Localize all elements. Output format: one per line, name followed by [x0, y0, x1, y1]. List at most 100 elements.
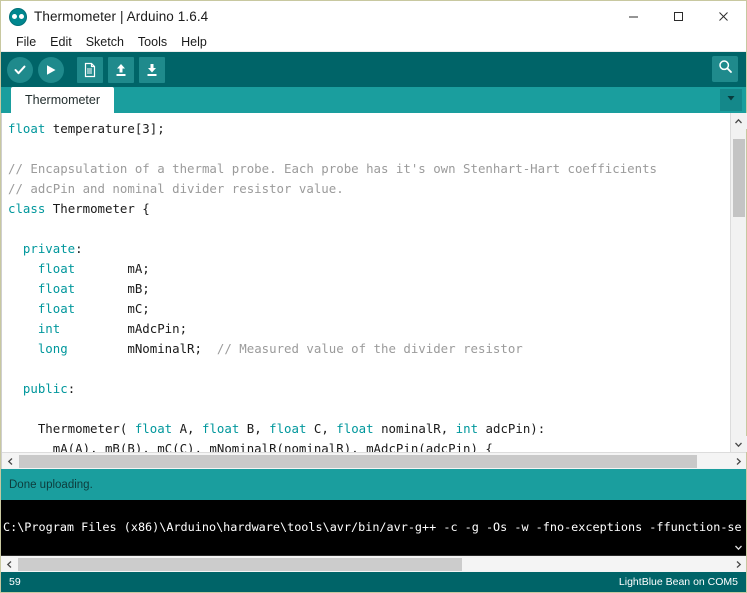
- console-scroll-left-button[interactable]: [1, 556, 17, 573]
- code-token: float: [37, 301, 76, 316]
- code-token: mA;: [75, 261, 150, 276]
- editor-area: float temperature[3]; // Encapsulation o…: [1, 113, 747, 469]
- menu-item-sketch[interactable]: Sketch: [79, 32, 131, 52]
- scroll-left-button[interactable]: [2, 453, 18, 470]
- code-token: mNominalR;: [67, 341, 217, 356]
- vertical-scroll-thumb[interactable]: [733, 139, 745, 217]
- code-token: :: [67, 381, 76, 396]
- open-button[interactable]: [108, 56, 134, 83]
- menu-bar: File Edit Sketch Tools Help: [1, 32, 746, 52]
- code-token: // Measured value of the divider resisto…: [216, 341, 523, 356]
- status-bar: 59 LightBlue Bean on COM5: [1, 572, 746, 592]
- close-button[interactable]: [701, 1, 746, 32]
- code-token: mA(A), mB(B), mC(C), mNominalR(nominalR)…: [8, 441, 493, 452]
- magnifier-icon: [717, 58, 734, 80]
- code-line: float mA;: [8, 259, 730, 279]
- console-scroll-right-button[interactable]: [730, 556, 746, 573]
- code-editor[interactable]: float temperature[3]; // Encapsulation o…: [2, 113, 730, 452]
- code-line: private:: [8, 239, 730, 259]
- new-document-icon: [82, 62, 98, 78]
- scroll-right-button[interactable]: [730, 453, 746, 470]
- code-token: Thermometer(: [8, 421, 135, 436]
- console-area: C:\Program Files (x86)\Arduino\hardware\…: [1, 500, 746, 572]
- code-token: temperature[3];: [45, 121, 165, 136]
- arduino-ide-window: Thermometer | Arduino 1.6.4 File Edit Sk…: [0, 0, 747, 593]
- code-line: class Thermometer {: [8, 199, 730, 219]
- code-line: mA(A), mB(B), mC(C), mNominalR(nominalR)…: [8, 439, 730, 452]
- code-token: // Encapsulation of a thermal probe. Eac…: [8, 161, 658, 176]
- code-token: int: [455, 421, 479, 436]
- code-token: float: [37, 281, 76, 296]
- save-button[interactable]: [139, 56, 165, 83]
- code-token: :: [75, 241, 83, 256]
- code-token: B,: [239, 421, 270, 436]
- code-line: // adcPin and nominal divider resistor v…: [8, 179, 730, 199]
- code-token: long: [37, 341, 68, 356]
- code-line: float temperature[3];: [8, 119, 730, 139]
- tab-dropdown-button[interactable]: [720, 89, 742, 111]
- code-line: public:: [8, 379, 730, 399]
- verify-button[interactable]: [7, 56, 33, 83]
- menu-item-help[interactable]: Help: [174, 32, 214, 52]
- code-token: A,: [172, 421, 202, 436]
- code-token: nominalR,: [373, 421, 456, 436]
- window-title: Thermometer | Arduino 1.6.4: [34, 9, 209, 24]
- code-token: // adcPin and nominal divider resistor v…: [8, 181, 344, 196]
- code-token: float: [37, 261, 76, 276]
- serial-monitor-button[interactable]: [712, 56, 738, 82]
- new-button[interactable]: [77, 56, 103, 83]
- code-token: private: [22, 241, 76, 256]
- tab-strip: Thermometer: [1, 87, 746, 113]
- code-token: int: [37, 321, 61, 336]
- arrow-down-icon: [144, 62, 160, 78]
- code-token: public: [22, 381, 68, 396]
- line-number-indicator: 59: [9, 576, 21, 588]
- code-token: mC;: [75, 301, 150, 316]
- console-output[interactable]: C:\Program Files (x86)\Arduino\hardware\…: [1, 500, 746, 555]
- code-token: class: [8, 201, 46, 216]
- scroll-down-button[interactable]: [730, 436, 747, 452]
- arduino-logo-icon: [9, 7, 27, 26]
- upload-button[interactable]: [38, 56, 64, 83]
- code-token: float: [201, 421, 240, 436]
- code-token: Thermometer {: [45, 201, 150, 216]
- tab-thermometer[interactable]: Thermometer: [11, 87, 115, 113]
- checkmark-icon: [12, 62, 28, 78]
- console-scroll-down-button[interactable]: [731, 540, 745, 554]
- scroll-up-button[interactable]: [730, 113, 747, 129]
- code-token: mAdcPin;: [60, 321, 188, 336]
- code-token: float: [8, 121, 46, 136]
- code-token: adcPin):: [478, 421, 546, 436]
- editor-vertical-scrollbar[interactable]: [730, 113, 747, 452]
- code-token: float: [269, 421, 307, 436]
- code-content: float temperature[3]; // Encapsulation o…: [8, 119, 730, 452]
- menu-item-edit[interactable]: Edit: [43, 32, 79, 52]
- code-line: long mNominalR; // Measured value of the…: [8, 339, 730, 359]
- editor-horizontal-scrollbar[interactable]: [2, 452, 746, 469]
- maximize-button[interactable]: [656, 1, 701, 32]
- title-bar: Thermometer | Arduino 1.6.4: [1, 1, 746, 32]
- console-horizontal-scroll-thumb[interactable]: [18, 558, 462, 571]
- menu-item-tools[interactable]: Tools: [131, 32, 174, 52]
- code-line: float mB;: [8, 279, 730, 299]
- status-message: Done uploading.: [1, 469, 746, 500]
- code-token: mB;: [75, 281, 150, 296]
- console-horizontal-scrollbar[interactable]: [1, 555, 746, 572]
- minimize-button[interactable]: [611, 1, 656, 32]
- console-line: C:\Program Files (x86)\Arduino\hardware\…: [3, 520, 742, 534]
- code-line: Thermometer( float A, float B, float C, …: [8, 419, 730, 439]
- code-token: C,: [306, 421, 337, 436]
- menu-item-file[interactable]: File: [9, 32, 43, 52]
- code-token: float: [336, 421, 374, 436]
- horizontal-scroll-thumb[interactable]: [19, 455, 697, 468]
